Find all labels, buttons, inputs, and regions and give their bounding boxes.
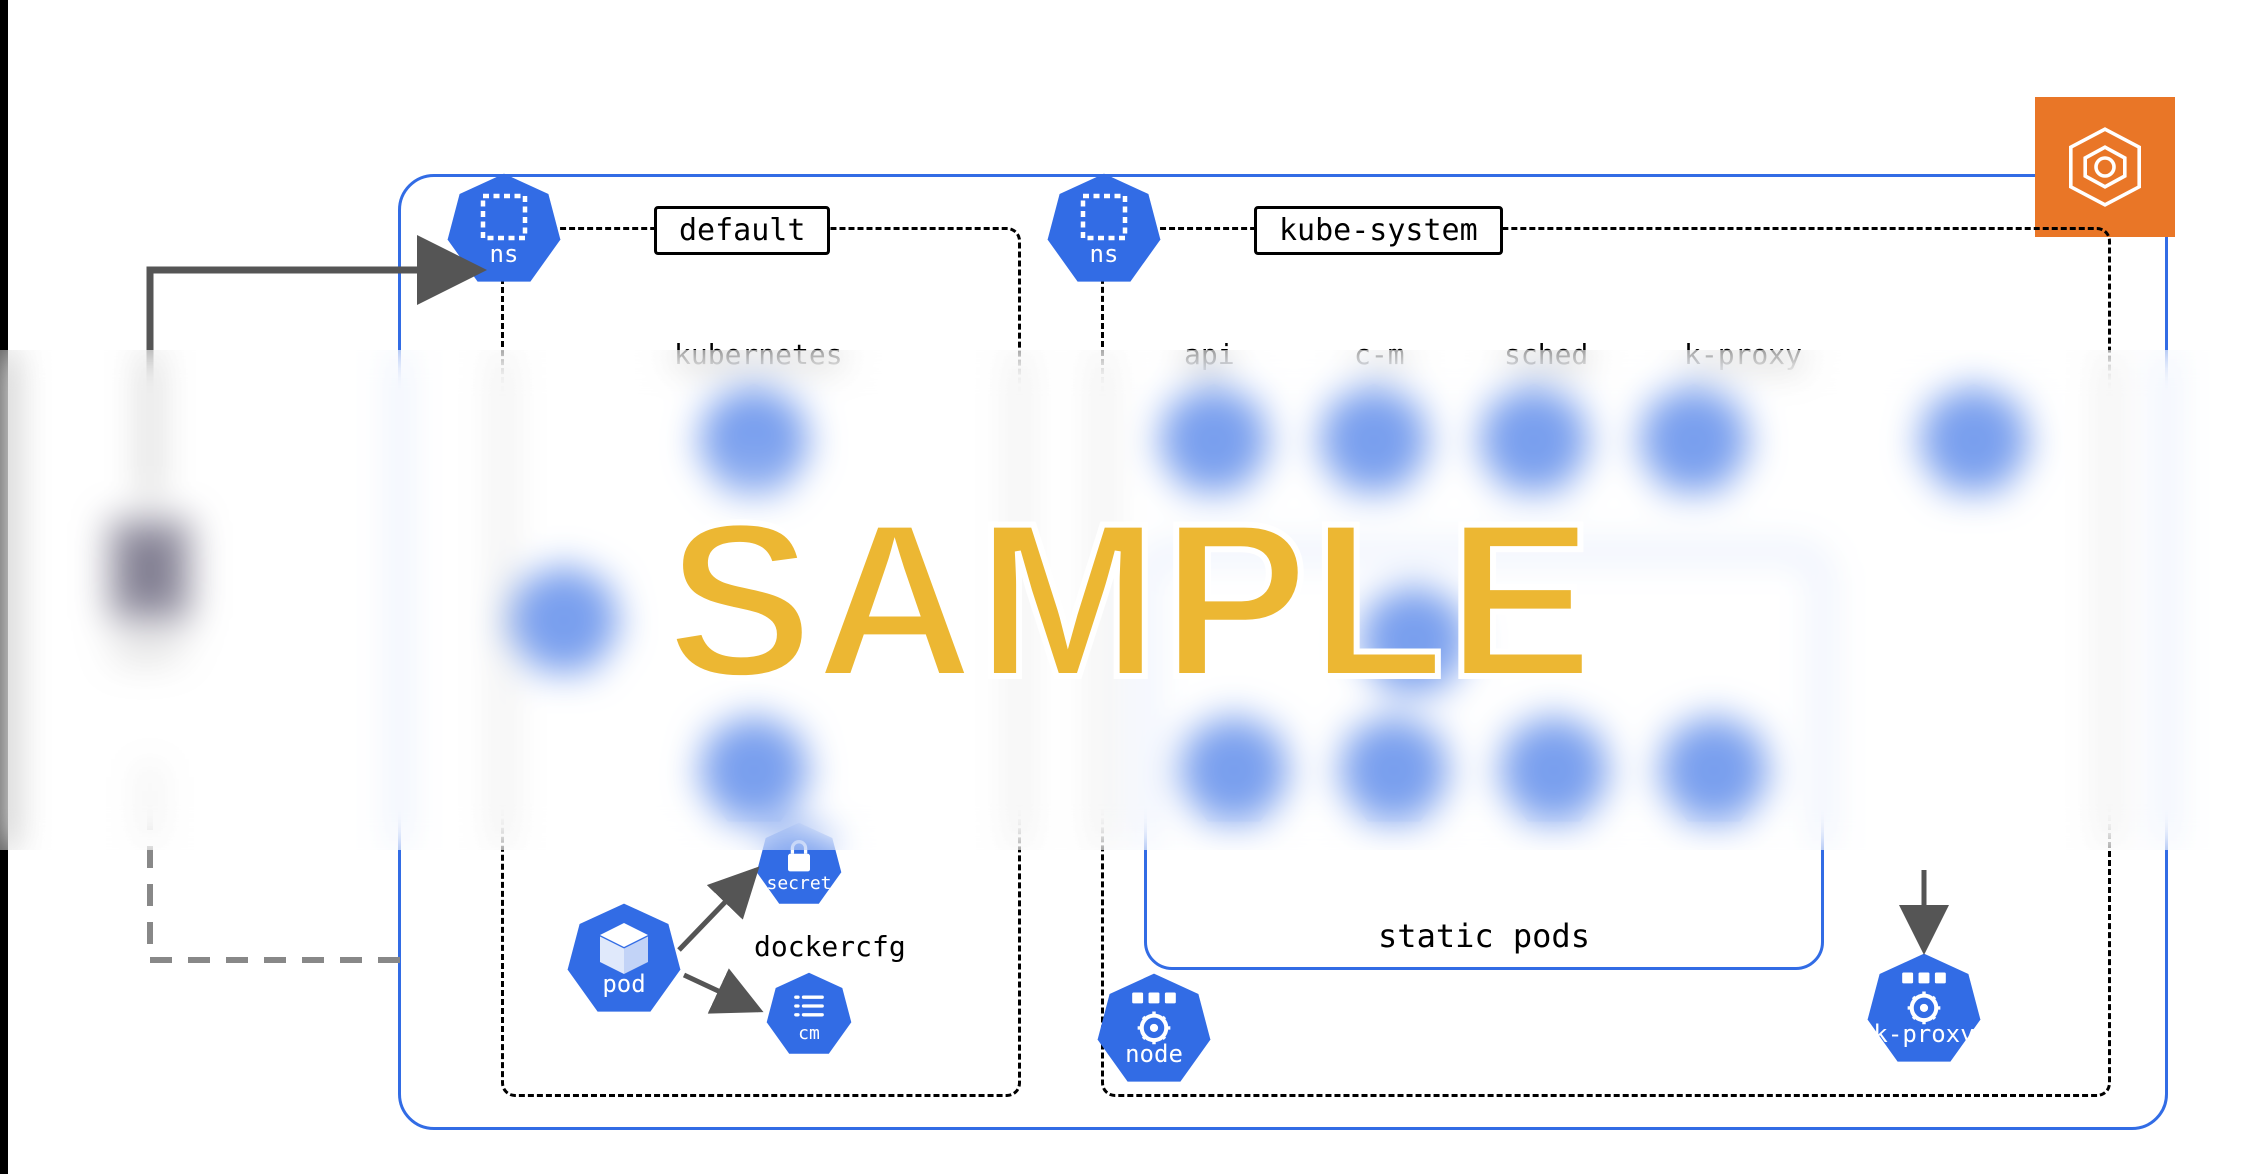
eks-icon bbox=[2035, 97, 2175, 237]
namespace-kubesys-title: kube-system bbox=[1254, 206, 1503, 255]
ns-kind-label: ns bbox=[490, 240, 519, 268]
pod-icon: pod bbox=[564, 900, 684, 1020]
dockercfg-label: dockercfg bbox=[754, 930, 906, 963]
namespace-kubesys-label: kube-system bbox=[1279, 213, 1478, 248]
list-icon bbox=[787, 987, 831, 1025]
kproxy-pod-icon: k-proxy bbox=[1864, 950, 1984, 1070]
sample-text: SAMPLE bbox=[667, 474, 1596, 727]
ns-icon: ns bbox=[444, 170, 564, 290]
namespace-default-label: default bbox=[679, 213, 805, 248]
node-glyph-icon bbox=[1894, 972, 1954, 1022]
sample-watermark: SAMPLE bbox=[0, 350, 2262, 850]
node-icon: node bbox=[1094, 970, 1214, 1090]
pod-kind-label: pod bbox=[602, 970, 645, 998]
node-kind-label: node bbox=[1125, 1040, 1183, 1068]
static-pods-label: static pods bbox=[1378, 917, 1590, 955]
cm-icon: cm bbox=[764, 970, 854, 1060]
kproxy-kind-label: k-proxy bbox=[1873, 1020, 1974, 1048]
secret-kind-label: secret bbox=[766, 873, 831, 894]
ns-kind-label: ns bbox=[1090, 240, 1119, 268]
ns-icon-kubesys: ns bbox=[1044, 170, 1164, 290]
node-glyph-icon bbox=[1124, 992, 1184, 1042]
namespace-icon bbox=[474, 192, 534, 242]
cm-kind-label: cm bbox=[798, 1023, 820, 1044]
cube-icon bbox=[594, 922, 654, 972]
namespace-default-title: default bbox=[654, 206, 830, 255]
namespace-icon bbox=[1074, 192, 1134, 242]
